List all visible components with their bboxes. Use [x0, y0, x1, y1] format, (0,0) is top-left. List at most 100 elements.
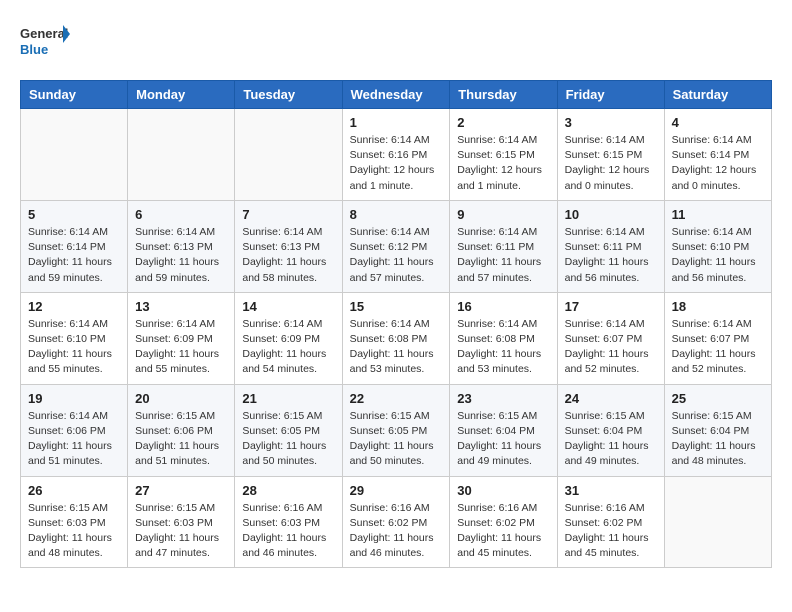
day-info: Sunrise: 6:14 AM Sunset: 6:06 PM Dayligh… — [28, 409, 120, 470]
calendar-day-cell — [235, 109, 342, 201]
day-info: Sunrise: 6:14 AM Sunset: 6:14 PM Dayligh… — [672, 133, 764, 194]
day-number: 21 — [242, 391, 334, 406]
calendar-day-cell: 25 Sunrise: 6:15 AM Sunset: 6:04 PM Dayli… — [664, 384, 771, 476]
day-info: Sunrise: 6:15 AM Sunset: 6:03 PM Dayligh… — [135, 501, 227, 562]
day-number: 11 — [672, 207, 764, 222]
calendar-body: 1 Sunrise: 6:14 AM Sunset: 6:16 PM Daylig… — [21, 109, 772, 568]
day-number: 3 — [565, 115, 657, 130]
day-number: 6 — [135, 207, 227, 222]
calendar-day-cell: 8Sunrise: 6:14 AM Sunset: 6:12 PM Daylig… — [342, 200, 450, 292]
calendar-day-cell: 24 Sunrise: 6:15 AM Sunset: 6:04 PM Dayli… — [557, 384, 664, 476]
calendar-day-cell: 27 Sunrise: 6:15 AM Sunset: 6:03 PM Dayli… — [128, 476, 235, 568]
day-info: Sunrise: 6:14 AM Sunset: 6:12 PM Dayligh… — [350, 225, 443, 286]
generalblue-logo-icon: General Blue — [20, 20, 70, 64]
calendar-day-cell: 29 Sunrise: 6:16 AM Sunset: 6:02 PM Dayli… — [342, 476, 450, 568]
day-number: 25 — [672, 391, 764, 406]
day-info: Sunrise: 6:15 AM Sunset: 6:04 PM Dayligh… — [565, 409, 657, 470]
day-info: Sunrise: 6:15 AM Sunset: 6:06 PM Dayligh… — [135, 409, 227, 470]
day-info: Sunrise: 6:16 AM Sunset: 6:02 PM Dayligh… — [457, 501, 549, 562]
svg-text:Blue: Blue — [20, 42, 48, 57]
day-number: 7 — [242, 207, 334, 222]
day-info: Sunrise: 6:14 AM Sunset: 6:16 PM Dayligh… — [350, 133, 443, 194]
day-of-week-header: Sunday — [21, 81, 128, 109]
day-info: Sunrise: 6:15 AM Sunset: 6:04 PM Dayligh… — [672, 409, 764, 470]
day-info: Sunrise: 6:14 AM Sunset: 6:13 PM Dayligh… — [135, 225, 227, 286]
calendar-day-cell — [128, 109, 235, 201]
calendar-day-cell: 12 Sunrise: 6:14 AM Sunset: 6:10 PM Dayli… — [21, 292, 128, 384]
day-number: 16 — [457, 299, 549, 314]
calendar-week-row: 12 Sunrise: 6:14 AM Sunset: 6:10 PM Dayli… — [21, 292, 772, 384]
day-info: Sunrise: 6:14 AM Sunset: 6:10 PM Dayligh… — [672, 225, 764, 286]
day-number: 5 — [28, 207, 120, 222]
calendar-day-cell: 7 Sunrise: 6:14 AM Sunset: 6:13 PM Daylig… — [235, 200, 342, 292]
day-number: 29 — [350, 483, 443, 498]
day-number: 10 — [565, 207, 657, 222]
calendar-day-cell: 17 Sunrise: 6:14 AM Sunset: 6:07 PM Dayli… — [557, 292, 664, 384]
day-number: 30 — [457, 483, 549, 498]
day-number: 12 — [28, 299, 120, 314]
day-info: Sunrise: 6:15 AM Sunset: 6:05 PM Dayligh… — [242, 409, 334, 470]
day-number: 9 — [457, 207, 549, 222]
calendar-day-cell: 6 Sunrise: 6:14 AM Sunset: 6:13 PM Daylig… — [128, 200, 235, 292]
day-info: Sunrise: 6:16 AM Sunset: 6:02 PM Dayligh… — [350, 501, 443, 562]
calendar-day-cell: 19 Sunrise: 6:14 AM Sunset: 6:06 PM Dayli… — [21, 384, 128, 476]
day-number: 27 — [135, 483, 227, 498]
calendar-week-row: 5 Sunrise: 6:14 AM Sunset: 6:14 PM Daylig… — [21, 200, 772, 292]
day-info: Sunrise: 6:14 AM Sunset: 6:07 PM Dayligh… — [672, 317, 764, 378]
calendar-day-cell: 9Sunrise: 6:14 AM Sunset: 6:11 PM Daylig… — [450, 200, 557, 292]
day-info: Sunrise: 6:14 AM Sunset: 6:13 PM Dayligh… — [242, 225, 334, 286]
day-info: Sunrise: 6:14 AM Sunset: 6:08 PM Dayligh… — [457, 317, 549, 378]
calendar-day-cell: 28 Sunrise: 6:16 AM Sunset: 6:03 PM Dayli… — [235, 476, 342, 568]
day-number: 24 — [565, 391, 657, 406]
day-info: Sunrise: 6:14 AM Sunset: 6:08 PM Dayligh… — [350, 317, 443, 378]
day-number: 19 — [28, 391, 120, 406]
day-number: 20 — [135, 391, 227, 406]
calendar-day-cell: 14Sunrise: 6:14 AM Sunset: 6:09 PM Dayli… — [235, 292, 342, 384]
calendar-day-cell — [21, 109, 128, 201]
calendar-day-cell: 16 Sunrise: 6:14 AM Sunset: 6:08 PM Dayli… — [450, 292, 557, 384]
day-info: Sunrise: 6:14 AM Sunset: 6:14 PM Dayligh… — [28, 225, 120, 286]
calendar-day-cell: 1 Sunrise: 6:14 AM Sunset: 6:16 PM Daylig… — [342, 109, 450, 201]
calendar-day-cell: 30 Sunrise: 6:16 AM Sunset: 6:02 PM Dayli… — [450, 476, 557, 568]
calendar-day-cell: 18 Sunrise: 6:14 AM Sunset: 6:07 PM Dayli… — [664, 292, 771, 384]
day-number: 1 — [350, 115, 443, 130]
calendar-day-cell: 10Sunrise: 6:14 AM Sunset: 6:11 PM Dayli… — [557, 200, 664, 292]
day-info: Sunrise: 6:15 AM Sunset: 6:05 PM Dayligh… — [350, 409, 443, 470]
calendar-week-row: 26 Sunrise: 6:15 AM Sunset: 6:03 PM Dayli… — [21, 476, 772, 568]
day-of-week-header: Wednesday — [342, 81, 450, 109]
logo: General Blue — [20, 20, 70, 64]
day-of-week-header: Monday — [128, 81, 235, 109]
day-info: Sunrise: 6:14 AM Sunset: 6:15 PM Dayligh… — [457, 133, 549, 194]
calendar-day-cell: 2 Sunrise: 6:14 AM Sunset: 6:15 PM Daylig… — [450, 109, 557, 201]
svg-text:General: General — [20, 26, 68, 41]
day-info: Sunrise: 6:14 AM Sunset: 6:15 PM Dayligh… — [565, 133, 657, 194]
calendar-day-cell: 3 Sunrise: 6:14 AM Sunset: 6:15 PM Daylig… — [557, 109, 664, 201]
day-number: 18 — [672, 299, 764, 314]
day-number: 26 — [28, 483, 120, 498]
day-info: Sunrise: 6:14 AM Sunset: 6:07 PM Dayligh… — [565, 317, 657, 378]
calendar-day-cell: 20 Sunrise: 6:15 AM Sunset: 6:06 PM Dayli… — [128, 384, 235, 476]
day-number: 4 — [672, 115, 764, 130]
day-info: Sunrise: 6:15 AM Sunset: 6:03 PM Dayligh… — [28, 501, 120, 562]
calendar-day-cell — [664, 476, 771, 568]
page-header: General Blue — [20, 20, 772, 64]
day-info: Sunrise: 6:16 AM Sunset: 6:03 PM Dayligh… — [242, 501, 334, 562]
day-of-week-header: Friday — [557, 81, 664, 109]
day-info: Sunrise: 6:16 AM Sunset: 6:02 PM Dayligh… — [565, 501, 657, 562]
calendar-day-cell: 13 Sunrise: 6:14 AM Sunset: 6:09 PM Dayli… — [128, 292, 235, 384]
calendar-day-cell: 26 Sunrise: 6:15 AM Sunset: 6:03 PM Dayli… — [21, 476, 128, 568]
day-info: Sunrise: 6:15 AM Sunset: 6:04 PM Dayligh… — [457, 409, 549, 470]
calendar-header-row: SundayMondayTuesdayWednesdayThursdayFrid… — [21, 81, 772, 109]
day-number: 28 — [242, 483, 334, 498]
day-number: 23 — [457, 391, 549, 406]
calendar-day-cell: 23 Sunrise: 6:15 AM Sunset: 6:04 PM Dayli… — [450, 384, 557, 476]
day-of-week-header: Tuesday — [235, 81, 342, 109]
day-info: Sunrise: 6:14 AM Sunset: 6:09 PM Dayligh… — [242, 317, 334, 378]
day-info: Sunrise: 6:14 AM Sunset: 6:10 PM Dayligh… — [28, 317, 120, 378]
day-number: 31 — [565, 483, 657, 498]
day-number: 17 — [565, 299, 657, 314]
day-info: Sunrise: 6:14 AM Sunset: 6:09 PM Dayligh… — [135, 317, 227, 378]
day-number: 2 — [457, 115, 549, 130]
day-number: 22 — [350, 391, 443, 406]
day-number: 13 — [135, 299, 227, 314]
